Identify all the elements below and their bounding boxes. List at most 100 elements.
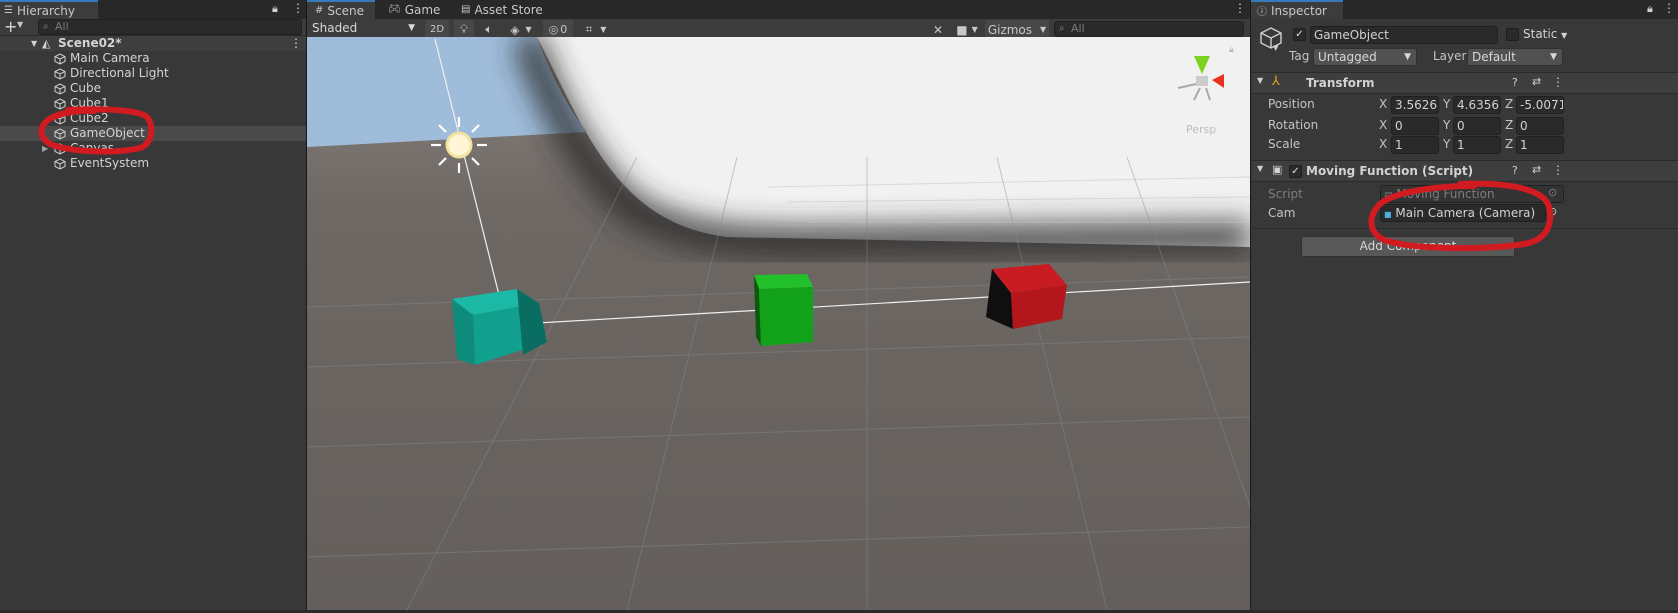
- hidden-eye-icon: ◎: [548, 23, 559, 36]
- panel-menu-icon[interactable]: ⋮: [1234, 1, 1246, 15]
- presets-icon[interactable]: ⇄: [1532, 163, 1541, 176]
- scale-z-field[interactable]: 1: [1516, 136, 1564, 154]
- script-enabled-checkbox[interactable]: ✓: [1289, 165, 1302, 178]
- tag-dropdown[interactable]: Untagged ▼: [1313, 48, 1417, 66]
- annotation-circle-inspector: [1368, 180, 1554, 252]
- component-menu-icon[interactable]: ⋮: [1552, 75, 1564, 89]
- active-checkbox[interactable]: ✓: [1293, 28, 1306, 41]
- lock-icon[interactable]: 🔒︎: [1229, 45, 1234, 55]
- shading-mode-value: Shaded: [312, 21, 358, 35]
- chevron-down-icon: ▼: [1040, 25, 1047, 34]
- rotation-z-field[interactable]: 0: [1516, 117, 1564, 135]
- tab-scene-label: Scene: [327, 3, 364, 18]
- gameobject-cube-icon: [54, 68, 66, 80]
- position-z-axis: Z: [1505, 97, 1514, 111]
- transform-axes-icon: ⅄: [1272, 74, 1280, 89]
- static-dropdown[interactable]: Static ▼: [1523, 27, 1567, 41]
- cam-label: Cam: [1268, 206, 1296, 220]
- rotation-z-value: 0: [1520, 119, 1528, 133]
- rotation-y-axis: Y: [1443, 118, 1451, 132]
- scale-x-axis: X: [1379, 137, 1388, 151]
- object-name-field[interactable]: GameObject: [1310, 26, 1498, 44]
- unity-scene-icon: ◭: [42, 37, 51, 50]
- shading-mode-dropdown[interactable]: Shaded ▼: [308, 20, 420, 38]
- layer-dropdown[interactable]: Default ▼: [1467, 48, 1563, 66]
- lock-icon[interactable]: 🔒︎: [1647, 2, 1653, 16]
- hierarchy-list-icon: ☰: [4, 5, 13, 16]
- wrench-icon: ✕: [932, 22, 944, 37]
- hierarchy-item-eventsystem[interactable]: EventSystem: [0, 156, 306, 171]
- component-menu-icon[interactable]: ⋮: [1552, 163, 1564, 177]
- chevron-down-icon[interactable]: ▼: [17, 20, 23, 29]
- foldout-arrow-icon[interactable]: ▼: [1257, 164, 1263, 173]
- scale-y-field[interactable]: 1: [1453, 136, 1501, 154]
- directional-light-gizmo: [431, 117, 487, 173]
- tag-label: Tag: [1289, 49, 1310, 63]
- help-icon[interactable]: ?: [1512, 164, 1518, 177]
- search-icon: ⌕: [1059, 23, 1065, 34]
- position-x-field[interactable]: 3.56268: [1391, 96, 1439, 114]
- transform-header[interactable]: ▼ ⅄ Transform ? ⇄ ⋮: [1252, 72, 1678, 94]
- panel-divider[interactable]: [306, 0, 307, 613]
- hierarchy-item-label: Cube: [70, 81, 101, 95]
- tab-inspector[interactable]: ⓘ Inspector: [1251, 0, 1343, 19]
- hierarchy-item-directional-light[interactable]: Directional Light: [0, 66, 306, 81]
- hierarchy-item-label: Main Camera: [70, 51, 150, 65]
- hierarchy-search-placeholder: All: [55, 20, 69, 33]
- position-z-value: -5.0071: [1520, 98, 1564, 112]
- hierarchy-tabbar: ☰ Hierarchy 🔒︎ ⋮: [0, 0, 306, 19]
- presets-icon[interactable]: ⇄: [1532, 75, 1541, 88]
- foldout-arrow-icon[interactable]: ▼: [1257, 76, 1263, 85]
- rotation-x-axis: X: [1379, 118, 1388, 132]
- position-y-axis: Y: [1443, 97, 1451, 111]
- tab-asset-store[interactable]: ▤ Asset Store: [453, 0, 553, 19]
- tab-scene[interactable]: # Scene: [307, 0, 375, 19]
- hierarchy-search-input[interactable]: ⌕ All: [38, 19, 302, 35]
- static-checkbox[interactable]: [1506, 28, 1519, 41]
- gameobject-cube-icon: [1260, 27, 1282, 49]
- rotation-y-value: 0: [1457, 119, 1465, 133]
- lock-icon[interactable]: 🔒︎: [272, 2, 278, 16]
- green-cube: [754, 274, 813, 346]
- panel-menu-icon[interactable]: ⋮: [1663, 1, 1675, 15]
- layer-value: Default: [1472, 50, 1516, 64]
- position-z-field[interactable]: -5.0071: [1516, 96, 1564, 114]
- scale-z-axis: Z: [1505, 137, 1514, 151]
- hidden-count: 0: [560, 23, 568, 36]
- add-object-button[interactable]: +: [4, 17, 17, 36]
- chevron-down-icon: ▼: [525, 25, 532, 34]
- chevron-down-icon: ▼: [1561, 31, 1568, 40]
- scene-menu-icon[interactable]: ⋮: [290, 36, 302, 51]
- gameobject-cube-icon: [54, 83, 66, 95]
- info-icon: ⓘ: [1257, 7, 1267, 18]
- scale-x-field[interactable]: 1: [1391, 136, 1439, 154]
- gameobject-cube-icon: [54, 158, 66, 170]
- rotation-label: Rotation: [1268, 118, 1319, 132]
- scene-search-placeholder: All: [1071, 22, 1085, 35]
- position-x-axis: X: [1379, 97, 1388, 111]
- gizmos-label: Gizmos: [987, 22, 1033, 37]
- scene-viewport[interactable]: 🔒︎ Persp: [307, 37, 1250, 610]
- chevron-down-icon[interactable]: ▼: [1273, 44, 1278, 52]
- rotation-x-field[interactable]: 0: [1391, 117, 1439, 135]
- panel-menu-icon[interactable]: ⋮: [292, 1, 304, 15]
- chevron-down-icon: ▼: [1550, 52, 1557, 62]
- scene-search-input[interactable]: ⌕ All: [1054, 21, 1244, 37]
- tab-game[interactable]: 🎮︎ Game: [380, 0, 446, 19]
- rotation-y-field[interactable]: 0: [1453, 117, 1501, 135]
- chevron-down-icon: ▼: [600, 25, 607, 34]
- scale-x-value: 1: [1395, 138, 1403, 152]
- hierarchy-item-cube[interactable]: Cube: [0, 81, 306, 96]
- scene-name: Scene02*: [58, 36, 122, 50]
- expand-arrow-icon[interactable]: ▼: [31, 36, 37, 51]
- scale-y-value: 1: [1457, 138, 1465, 152]
- scene-grid-icon: #: [315, 5, 324, 16]
- scene-row[interactable]: ▼ ◭ Scene02* ⋮: [0, 36, 306, 51]
- gameobject-cube-icon: [54, 53, 66, 65]
- panel-divider[interactable]: [1250, 0, 1251, 613]
- search-icon: ⌕: [43, 21, 49, 32]
- help-icon[interactable]: ?: [1512, 76, 1518, 89]
- hierarchy-item-main-camera[interactable]: Main Camera: [0, 51, 306, 66]
- projection-label[interactable]: Persp: [1186, 123, 1216, 136]
- position-y-field[interactable]: 4.63562: [1453, 96, 1501, 114]
